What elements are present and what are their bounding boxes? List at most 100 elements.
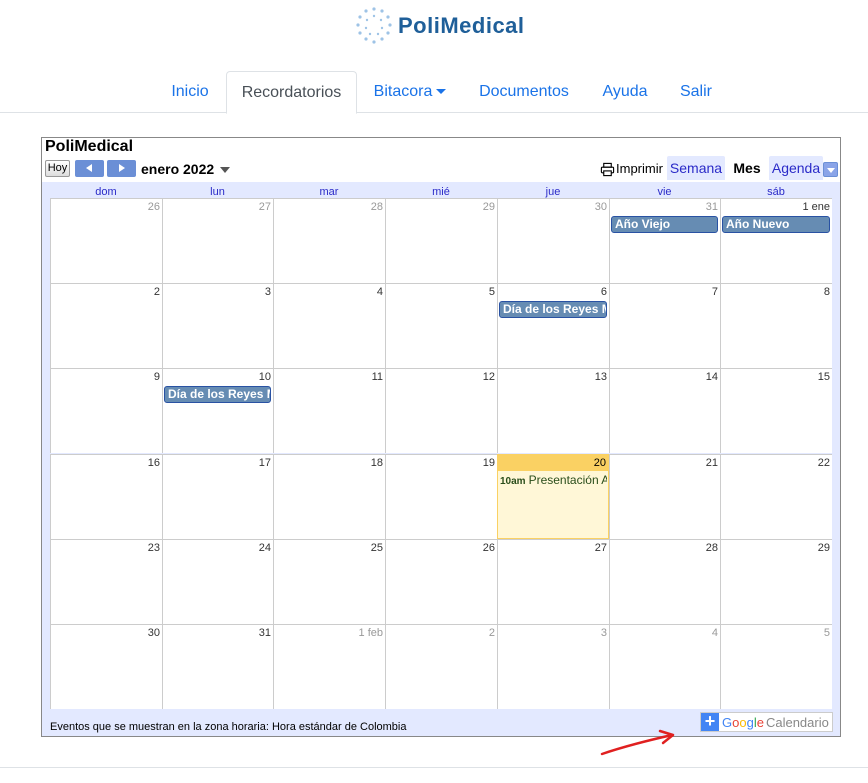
day-cell[interactable]: 1 ene xyxy=(720,198,832,283)
day-number-bar xyxy=(498,199,609,215)
tab-semana[interactable]: Semana xyxy=(667,156,725,180)
day-cell[interactable]: 26 xyxy=(385,539,497,624)
day-number: 26 xyxy=(482,542,495,554)
day-number: 28 xyxy=(705,542,718,554)
timed-calendar-event[interactable]: 10am Presentación A xyxy=(500,473,607,487)
day-number-bar xyxy=(721,540,832,556)
day-cell[interactable]: 3 xyxy=(162,283,273,368)
day-cell[interactable]: 28 xyxy=(273,198,385,283)
day-cell[interactable]: 3 xyxy=(497,624,609,709)
nav-inicio[interactable]: Inicio xyxy=(158,71,222,113)
day-cell[interactable]: 24 xyxy=(162,539,273,624)
timezone-note: Eventos que se muestran en la zona horar… xyxy=(50,721,407,733)
calendar-event[interactable]: Año Viejo xyxy=(611,216,718,233)
plus-icon: + xyxy=(701,712,719,731)
nav-salir[interactable]: Salir xyxy=(668,71,724,113)
day-number: 7 xyxy=(711,286,718,298)
nav-documentos[interactable]: Documentos xyxy=(466,71,582,113)
month-picker-caret-icon[interactable] xyxy=(220,167,230,173)
day-cell[interactable]: 16 xyxy=(50,454,162,539)
day-number: 18 xyxy=(370,457,383,469)
day-cell[interactable]: 30 xyxy=(50,624,162,709)
day-cell[interactable]: 27 xyxy=(162,198,273,283)
day-cell[interactable]: 22 xyxy=(720,454,832,539)
day-number: 28 xyxy=(370,201,383,213)
calendar-toolbar: Hoy enero 2022 Imprimir Semana Mes Agend… xyxy=(42,156,840,182)
day-cell[interactable]: 12 xyxy=(385,368,497,453)
printer-icon xyxy=(600,162,615,176)
day-number-bar xyxy=(610,455,720,471)
day-cell[interactable]: 23 xyxy=(50,539,162,624)
day-number: 11 xyxy=(371,371,383,383)
day-number-bar xyxy=(274,540,385,556)
nav-bitacora[interactable]: Bitacora xyxy=(362,71,458,113)
day-cell[interactable]: 11 xyxy=(273,368,385,453)
day-number: 10 xyxy=(258,371,271,383)
day-number-bar xyxy=(163,199,273,215)
day-number: 2 xyxy=(153,286,160,298)
day-number-bar xyxy=(274,455,385,471)
day-number: 30 xyxy=(594,201,607,213)
day-cell[interactable]: 14 xyxy=(609,368,720,453)
day-number: 3 xyxy=(600,627,607,639)
day-cell[interactable]: 13 xyxy=(497,368,609,453)
day-cell[interactable]: 17 xyxy=(162,454,273,539)
tab-agenda[interactable]: Agenda xyxy=(769,156,823,180)
day-cell[interactable]: 30 xyxy=(497,198,609,283)
day-cell[interactable]: 20 xyxy=(497,454,609,539)
day-cell[interactable]: 26 xyxy=(50,198,162,283)
day-cell[interactable]: 7 xyxy=(609,283,720,368)
day-number-bar xyxy=(610,369,720,385)
day-cell[interactable]: 9 xyxy=(50,368,162,453)
calendar-event[interactable]: Día de los Reyes Magos xyxy=(499,301,607,318)
day-cell[interactable]: 2 xyxy=(50,283,162,368)
day-number-bar xyxy=(386,455,497,471)
print-button[interactable]: Imprimir xyxy=(600,160,663,178)
calendar-event[interactable]: Año Nuevo xyxy=(722,216,830,233)
day-cell[interactable]: 28 xyxy=(609,539,720,624)
day-number-bar xyxy=(498,625,609,641)
day-number: 5 xyxy=(488,286,495,298)
day-cell[interactable]: 21 xyxy=(609,454,720,539)
day-number-bar xyxy=(386,540,497,556)
prev-month-button[interactable] xyxy=(75,160,104,177)
day-cell[interactable]: 5 xyxy=(720,624,832,709)
tab-mes[interactable]: Mes xyxy=(729,156,765,180)
day-cell[interactable]: 18 xyxy=(273,454,385,539)
day-number: 14 xyxy=(705,371,718,383)
day-cell[interactable]: 29 xyxy=(720,539,832,624)
day-cell[interactable]: 15 xyxy=(720,368,832,453)
today-button[interactable]: Hoy xyxy=(45,160,70,177)
next-month-button[interactable] xyxy=(107,160,136,177)
calendar-event[interactable]: Día de los Reyes Magos xyxy=(164,386,271,403)
brand-logo[interactable]: PoliMedical xyxy=(352,4,525,48)
chevron-right-icon xyxy=(119,164,125,172)
day-cell[interactable]: 10 xyxy=(162,368,273,453)
day-cell[interactable]: 27 xyxy=(497,539,609,624)
day-number-bar xyxy=(498,284,609,300)
view-dropdown-button[interactable] xyxy=(823,162,838,177)
day-cell[interactable]: 4 xyxy=(609,624,720,709)
day-cell[interactable]: 31 xyxy=(162,624,273,709)
calendar-title: PoliMedical xyxy=(45,138,134,155)
calendar-widget: PoliMedical Hoy enero 2022 Imprimir Sema… xyxy=(41,137,841,737)
day-cell[interactable]: 5 xyxy=(385,283,497,368)
nav-ayuda[interactable]: Ayuda xyxy=(590,71,660,113)
day-cell[interactable]: 8 xyxy=(720,283,832,368)
day-cell[interactable]: 6 xyxy=(497,283,609,368)
day-number-bar xyxy=(610,625,720,641)
add-to-google-calendar-button[interactable]: + Google Calendario xyxy=(700,712,833,732)
day-cell[interactable]: 25 xyxy=(273,539,385,624)
day-cell[interactable]: 29 xyxy=(385,198,497,283)
day-cell[interactable]: 4 xyxy=(273,283,385,368)
day-cell[interactable]: 31 xyxy=(609,198,720,283)
day-cell[interactable]: 2 xyxy=(385,624,497,709)
day-cell[interactable]: 19 xyxy=(385,454,497,539)
day-number: 1 ene xyxy=(802,201,830,213)
day-number: 31 xyxy=(705,201,718,213)
day-number-bar xyxy=(163,540,273,556)
day-number: 27 xyxy=(594,542,607,554)
day-cell[interactable]: 1 feb xyxy=(273,624,385,709)
nav-recordatorios[interactable]: Recordatorios xyxy=(226,71,357,114)
day-number: 27 xyxy=(258,201,271,213)
